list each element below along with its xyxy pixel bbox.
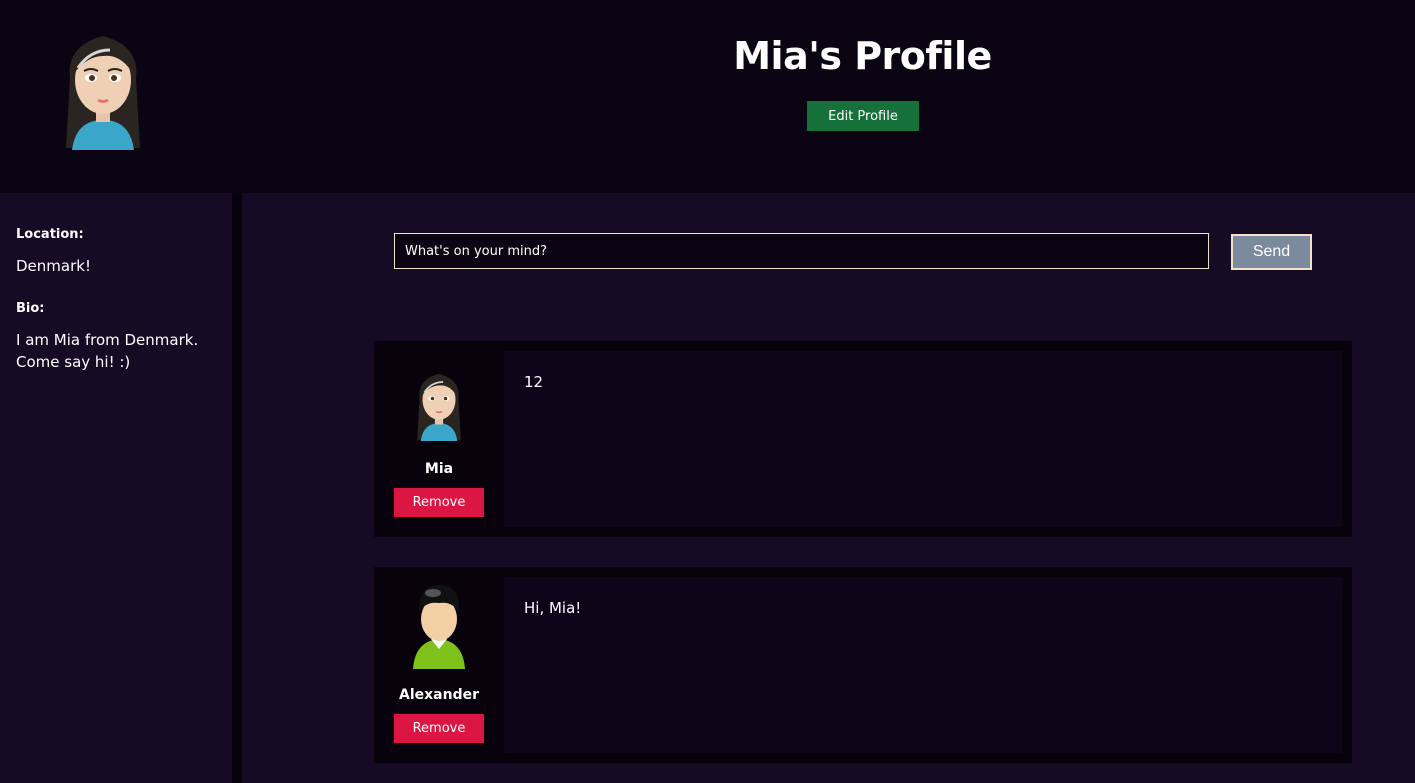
- girl-avatar-icon: [66, 36, 140, 150]
- profile-sidebar: Location: Denmark! Bio: I am Mia from De…: [0, 193, 232, 783]
- post-card: Alexander Remove Hi, Mia!: [374, 567, 1352, 763]
- bio-label: Bio:: [16, 301, 45, 316]
- profile-header: Mia's Profile Edit Profile: [0, 0, 1415, 193]
- post-text: 12: [524, 373, 544, 391]
- page-title: Mia's Profile: [733, 34, 992, 78]
- send-button[interactable]: Send: [1231, 234, 1312, 270]
- post-author-name[interactable]: Mia: [374, 461, 504, 477]
- remove-post-button[interactable]: Remove: [394, 488, 484, 517]
- post-body: 12: [504, 351, 1342, 527]
- post-text: Hi, Mia!: [524, 599, 582, 617]
- post-author-name[interactable]: Alexander: [374, 687, 504, 703]
- edit-profile-button[interactable]: Edit Profile: [807, 101, 919, 131]
- post-card: Mia Remove 12: [374, 341, 1352, 537]
- bio-value: I am Mia from Denmark. Come say hi! :): [16, 331, 199, 371]
- post-author: Alexander Remove: [374, 567, 504, 763]
- user-avatar-icon: [413, 585, 465, 669]
- sidebar-divider: [232, 193, 242, 783]
- remove-post-button[interactable]: Remove: [394, 714, 484, 743]
- post-input[interactable]: [394, 233, 1209, 269]
- post-body: Hi, Mia!: [504, 577, 1342, 753]
- girl-avatar-icon: [417, 373, 461, 441]
- location-value: Denmark!: [16, 257, 91, 275]
- location-label: Location:: [16, 227, 84, 242]
- post-author: Mia Remove: [374, 341, 504, 537]
